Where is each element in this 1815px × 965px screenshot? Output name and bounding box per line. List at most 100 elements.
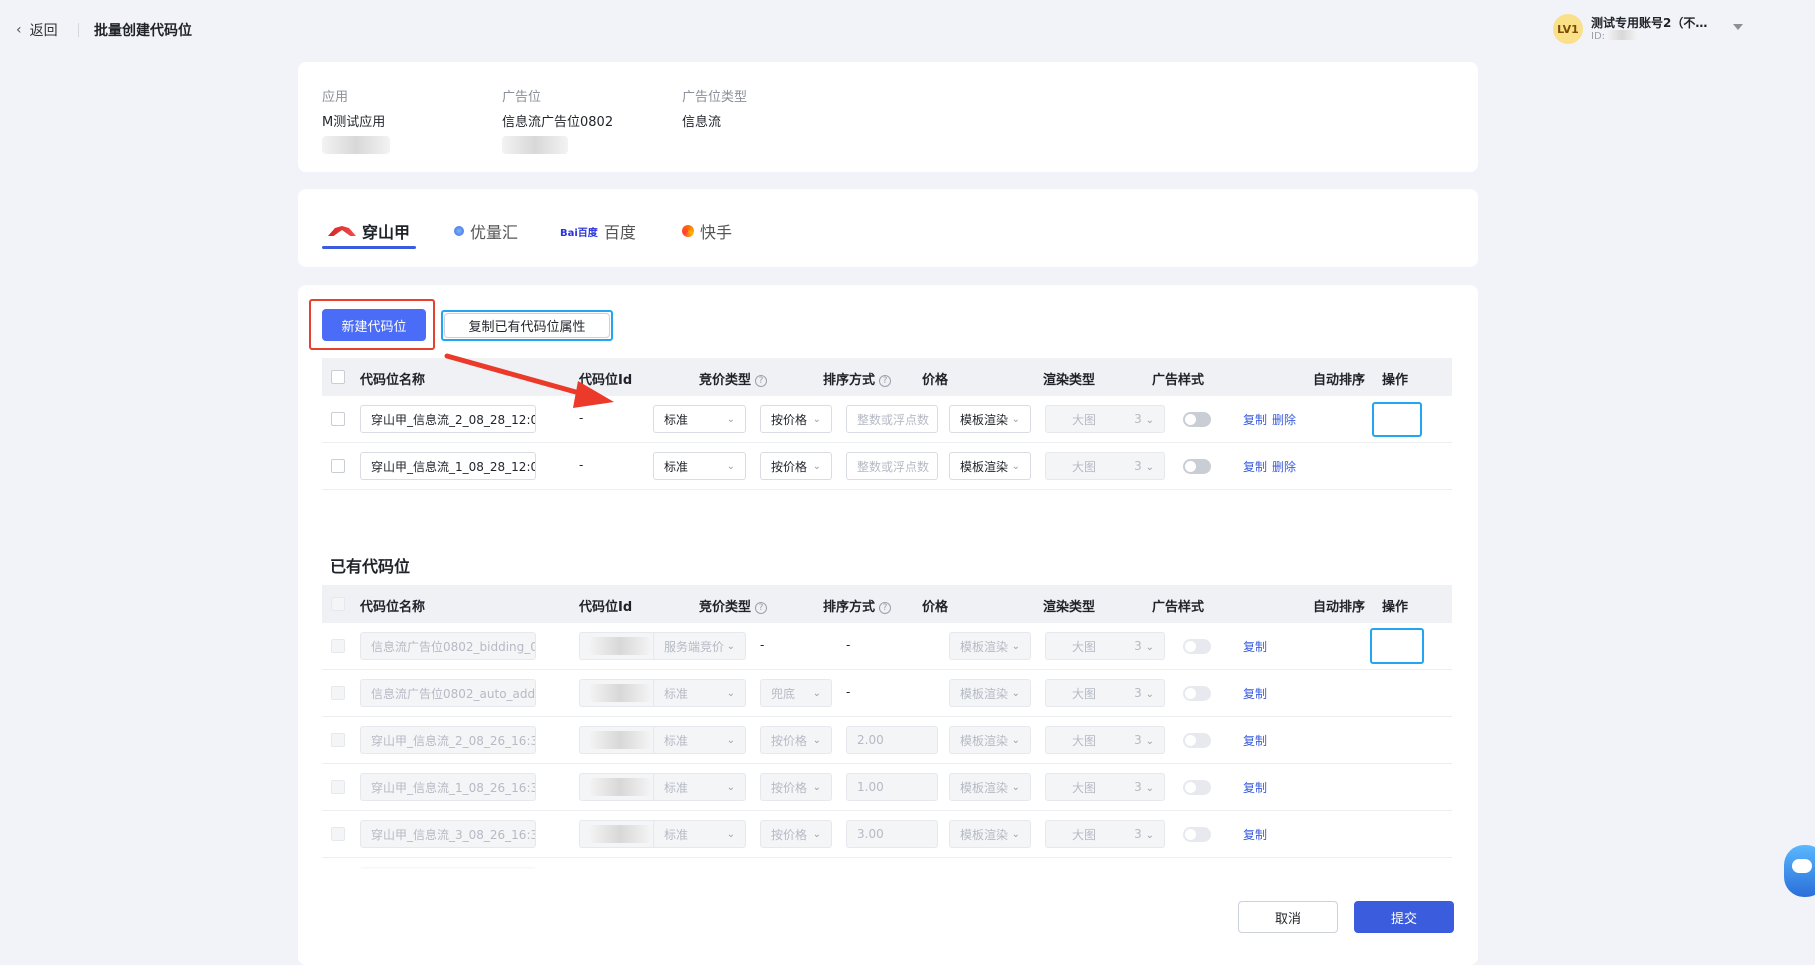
slot-name-input: 信息流广告位0802_bidding_08_ (360, 632, 536, 660)
price-input[interactable]: 整数或浮点数 (846, 405, 938, 433)
ad-style-select: 大图 3 ⌄ (1045, 726, 1165, 754)
new-slots-table-header: 代码位名称 代码位Id 竞价类型? 排序方式? 价格 渲染类型 广告样式 自动排… (322, 358, 1452, 396)
code-slot-editor: 新建代码位 复制已有代码位属性 代码位名称 代码位Id 竞价类型? 排序方式? … (298, 285, 1478, 965)
col-bid: 竞价类型? (699, 596, 768, 615)
tab-pangle[interactable]: 穿山甲 (328, 217, 410, 245)
auto-sort-toggle (1183, 733, 1211, 748)
price-input: 3.00 (846, 820, 938, 848)
table-row-partial (322, 858, 1452, 869)
slot-name-input (360, 867, 536, 869)
render-type-select[interactable]: 模板渲染 ⌄ (949, 405, 1031, 433)
sort-method-select: 按价格 ⌄ (760, 773, 832, 801)
assistant-bot-icon[interactable] (1784, 845, 1815, 897)
table-row: 信息流广告位0802_bidding_08_ 服务端竞价 ⌄ - - 模板渲染 ⌄ 大图 3 ⌄… (322, 623, 1452, 670)
col-autosort: 自动排序 (1313, 600, 1366, 615)
sort-method-select[interactable]: 按价格 ⌄ (760, 452, 832, 480)
chevron-down-icon: ⌄ (1011, 640, 1020, 652)
chevron-down-icon: ⌄ (726, 640, 735, 652)
col-bid: 竞价类型? (699, 369, 768, 388)
back-label: 返回 (29, 23, 58, 39)
row-checkbox[interactable] (331, 412, 345, 426)
row-checkbox (331, 780, 345, 794)
select-all-checkbox[interactable] (331, 370, 345, 384)
help-icon[interactable]: ? (755, 375, 768, 387)
tab-label: 百度 (603, 223, 636, 242)
col-autosort: 自动排序 (1313, 373, 1366, 388)
copy-link[interactable]: 复制 (1243, 779, 1267, 796)
kuaishou-logo-icon (682, 225, 694, 237)
copy-attributes-button[interactable]: 复制已有代码位属性 (444, 313, 610, 338)
app-info: 应用 M测试应用 (322, 86, 390, 158)
row-checkbox (331, 733, 345, 747)
highlight-box (1370, 628, 1424, 664)
chevron-down-icon: ⌄ (1011, 828, 1020, 840)
pangle-logo-icon (328, 226, 356, 236)
platform-tabs: 穿山甲 优量汇 Bai百度 百度 快手 (298, 189, 1478, 267)
tab-label: 快手 (700, 223, 733, 242)
slot-name-input[interactable]: 穿山甲_信息流_1_08_28_12:05 (360, 452, 536, 480)
chevron-down-icon: ⌄ (726, 460, 735, 472)
copy-link[interactable]: 复制 (1243, 685, 1267, 702)
col-name: 代码位名称 (360, 600, 426, 615)
submit-button[interactable]: 提交 (1354, 901, 1454, 933)
chevron-down-icon: ⌄ (812, 413, 821, 425)
delete-link[interactable]: 删除 (1272, 458, 1296, 475)
sort-method-select: 兜底 ⌄ (760, 679, 832, 707)
cancel-button[interactable]: 取消 (1238, 901, 1338, 933)
copy-link[interactable]: 复制 (1243, 826, 1267, 843)
existing-slots-table-header: 代码位名称 代码位Id 竞价类型? 排序方式? 价格 渲染类型 广告样式 自动排… (322, 585, 1452, 623)
auto-sort-toggle (1183, 639, 1211, 654)
ad-style-select: 大图 3 ⌄ (1045, 452, 1165, 480)
new-code-slot-button[interactable]: 新建代码位 (322, 309, 426, 341)
level-badge: LV1 (1553, 14, 1583, 44)
tab-kuaishou[interactable]: 快手 (682, 217, 732, 245)
auto-sort-toggle (1183, 780, 1211, 795)
render-type-select: 模板渲染 ⌄ (949, 679, 1031, 707)
help-icon[interactable]: ? (879, 602, 892, 614)
tab-baidu[interactable]: Bai百度 百度 (560, 217, 636, 245)
render-type-select: 模板渲染 ⌄ (949, 726, 1031, 754)
ad-style-select: 大图 3 ⌄ (1045, 773, 1165, 801)
render-type-select: 模板渲染 ⌄ (949, 773, 1031, 801)
price-input[interactable]: 整数或浮点数 (846, 452, 938, 480)
back-button[interactable]: ‹ 返回 (16, 20, 58, 40)
copy-link[interactable]: 复制 (1243, 458, 1267, 475)
help-icon[interactable]: ? (755, 602, 768, 614)
help-icon[interactable]: ? (879, 375, 892, 387)
col-sort: 排序方式? (823, 369, 892, 388)
bid-type-select: 标准 ⌄ (653, 679, 746, 707)
type-label: 广告位类型 (682, 90, 748, 105)
copy-link[interactable]: 复制 (1243, 638, 1267, 655)
ad-style-select: 大图 3 ⌄ (1045, 679, 1165, 707)
table-row: 穿山甲_信息流_2_08_26_16:31 标准 ⌄ 按价格 ⌄ 2.00 模板渲染 ⌄ 大图 3… (322, 717, 1452, 764)
auto-sort-toggle[interactable] (1183, 412, 1211, 427)
tab-youlianghui[interactable]: 优量汇 (454, 217, 518, 245)
bid-type-select[interactable]: 标准 ⌄ (653, 405, 746, 433)
blurred-id (502, 136, 568, 154)
render-type-select: 模板渲染 ⌄ (949, 632, 1031, 660)
bid-type-select[interactable]: 标准 ⌄ (653, 452, 746, 480)
type-info: 广告位类型 信息流 (682, 86, 747, 130)
slot-info: 广告位 信息流广告位0802 (502, 86, 613, 158)
bid-type-select: 标准 ⌄ (653, 773, 746, 801)
sort-method-select[interactable]: 按价格 ⌄ (760, 405, 832, 433)
auto-sort-toggle[interactable] (1183, 459, 1211, 474)
user-menu[interactable]: LV1 测试专用账号2（不… ID: (1553, 14, 1707, 44)
tab-label: 穿山甲 (362, 223, 411, 242)
render-type-select[interactable]: 模板渲染 ⌄ (949, 452, 1031, 480)
tab-label: 优量汇 (470, 223, 519, 242)
col-name: 代码位名称 (360, 373, 426, 388)
delete-link[interactable]: 删除 (1272, 411, 1296, 428)
table-row: 穿山甲_信息流_2_08_28_12:06 - 标准 ⌄ 按价格 ⌄ 整数或浮点数 模板渲染 ⌄… (322, 396, 1452, 443)
highlight-box (1372, 402, 1422, 437)
row-checkbox (331, 639, 345, 653)
slot-name-input[interactable]: 穿山甲_信息流_2_08_28_12:06 (360, 405, 536, 433)
copy-link[interactable]: 复制 (1243, 411, 1267, 428)
copy-link[interactable]: 复制 (1243, 732, 1267, 749)
chevron-down-icon[interactable] (1733, 24, 1743, 30)
price-input: 2.00 (846, 726, 938, 754)
col-actions: 操作 (1382, 600, 1409, 615)
row-checkbox[interactable] (331, 459, 345, 473)
auto-sort-toggle (1183, 827, 1211, 842)
blurred-id (322, 136, 390, 154)
